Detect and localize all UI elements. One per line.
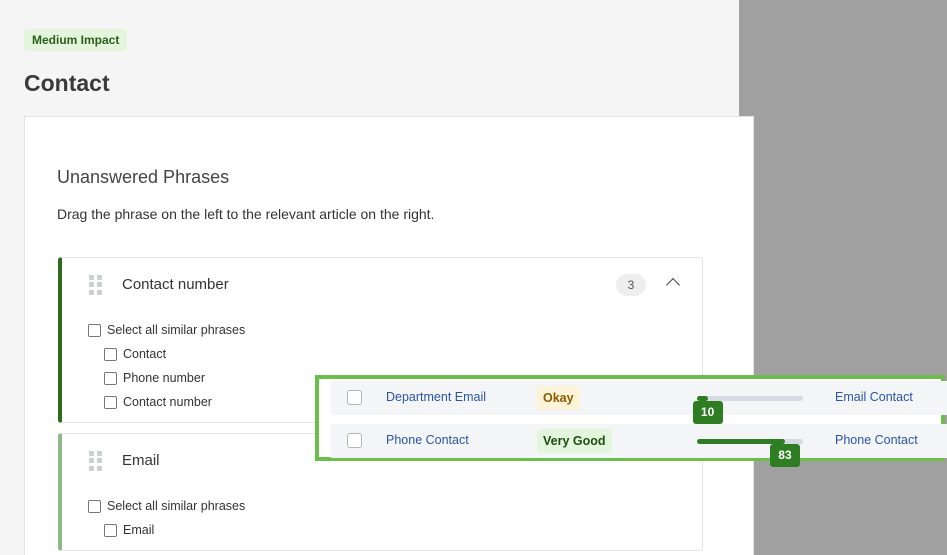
rating-badge: Very Good [537,429,612,453]
phrase-checkbox-contact-number[interactable]: Contact number [104,395,212,409]
checkbox-label: Select all similar phrases [107,499,246,513]
select-all-similar-checkbox[interactable]: Select all similar phrases [88,323,245,337]
drag-preview[interactable]: Department Email Okay 10 Email Contact P… [315,375,947,467]
chevron-up-icon[interactable] [665,277,681,293]
page-title: Contact [24,70,110,96]
phrase-label: Email [123,523,155,537]
checkbox[interactable] [104,523,117,537]
phrase-count-badge: 3 [616,274,646,296]
checkbox[interactable] [104,347,117,361]
modal-backdrop [739,0,947,555]
row-checkbox[interactable] [347,433,362,448]
linked-article-link[interactable]: Phone Contact [835,433,918,447]
checkbox[interactable] [104,371,117,385]
score-badge: 83 [769,444,800,467]
section-title: Unanswered Phrases [57,167,230,187]
row-checkbox[interactable] [347,390,362,405]
group-name: Contact number [122,276,229,293]
checkbox[interactable] [88,323,101,337]
checkbox-label: Select all similar phrases [107,323,246,337]
section-description: Drag the phrase on the left to the relev… [57,206,435,222]
impact-badge: Medium Impact [24,29,128,51]
drag-handle-icon[interactable] [89,275,103,295]
score-badge: 10 [692,401,723,424]
select-all-similar-checkbox[interactable]: Select all similar phrases [88,499,245,513]
group-name: Email [122,452,160,469]
article-row[interactable]: Department Email Okay 10 Email Contact [331,381,947,424]
linked-article-link[interactable]: Email Contact [835,390,913,404]
rating-badge: Okay [537,386,580,410]
article-row[interactable]: Phone Contact Very Good 83 Phone Contact [331,424,947,467]
article-title-link[interactable]: Phone Contact [386,433,469,447]
checkbox[interactable] [88,499,101,513]
phrase-label: Phone number [123,371,206,385]
score-slider: 83 [697,439,803,467]
checkbox[interactable] [104,395,117,409]
phrase-checkbox-contact[interactable]: Contact [104,347,166,361]
score-slider: 10 [692,396,803,424]
phrase-label: Contact number [123,395,212,409]
phrase-checkbox-email[interactable]: Email [104,523,154,537]
phrase-label: Contact [123,347,167,361]
phrase-checkbox-phone-number[interactable]: Phone number [104,371,205,385]
drag-handle-icon[interactable] [89,451,103,471]
article-title-link[interactable]: Department Email [386,390,486,404]
